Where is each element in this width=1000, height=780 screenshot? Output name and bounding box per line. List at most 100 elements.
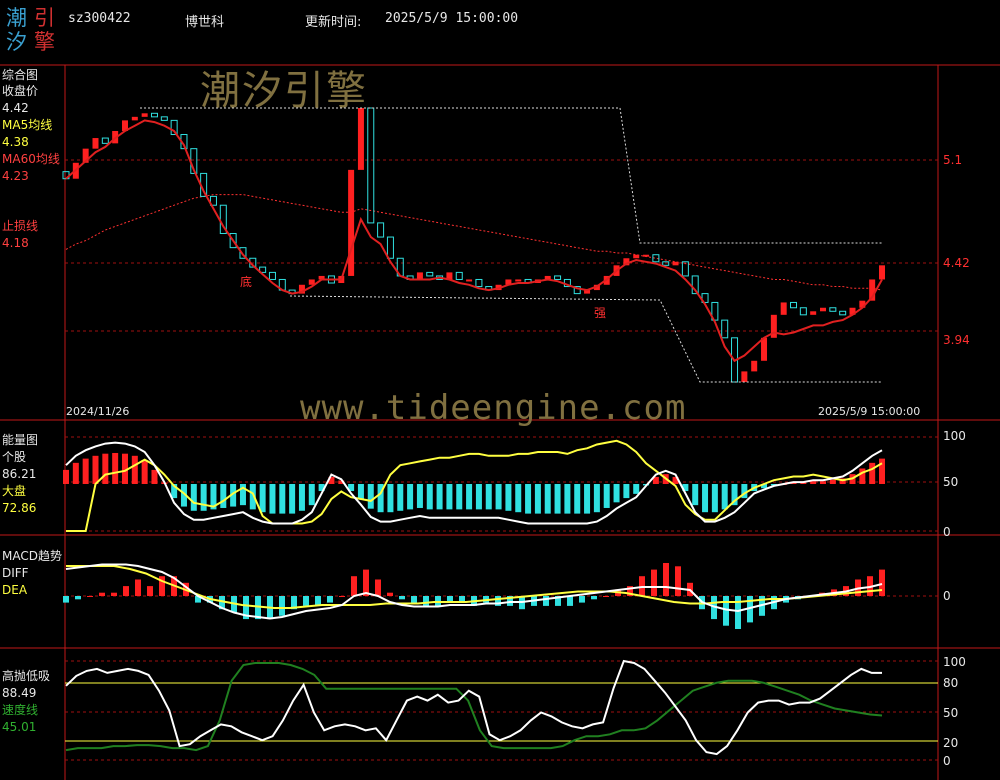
speed-line xyxy=(65,662,883,752)
speed-value: 45.01 xyxy=(2,720,37,734)
energy-bar xyxy=(407,484,414,510)
energy-bar xyxy=(92,455,99,484)
macd-bar xyxy=(591,596,597,600)
price-candle xyxy=(790,301,798,309)
macd-bar xyxy=(411,596,417,603)
energy-bar xyxy=(869,462,876,484)
bottom-annotation: 底 xyxy=(240,275,253,289)
energy-bar xyxy=(633,484,640,494)
energy-bar xyxy=(397,484,404,511)
strong-annotation: 强 xyxy=(594,306,607,320)
energy-tick: 0 xyxy=(943,525,951,539)
energy-bar xyxy=(436,484,443,510)
energy-bar xyxy=(367,484,374,509)
energy-bar xyxy=(721,484,728,510)
price-panel-title: 综合图 xyxy=(2,68,39,82)
osc-tick: 50 xyxy=(943,706,959,720)
energy-bar xyxy=(879,458,885,484)
energy-bar xyxy=(466,484,473,510)
energy-bar xyxy=(112,452,119,484)
price-candle xyxy=(466,279,473,282)
price-candle xyxy=(101,137,109,144)
energy-panel-marks xyxy=(63,439,885,532)
macd-bar xyxy=(351,576,357,596)
macd-bar xyxy=(423,596,429,606)
energy-bar xyxy=(82,458,89,484)
support-line xyxy=(289,295,882,383)
energy-bar xyxy=(308,484,315,506)
macd-bar xyxy=(399,596,405,600)
macd-bar xyxy=(111,592,117,596)
price-candle xyxy=(92,138,99,149)
macd-bar xyxy=(87,596,93,597)
price-candle xyxy=(741,371,748,382)
price-candle xyxy=(150,112,158,118)
ma60-label: MA60均线 xyxy=(2,152,60,166)
diff-label: DIFF xyxy=(2,566,29,580)
macd-bar xyxy=(723,596,729,626)
price-candle xyxy=(416,272,423,280)
price-candle xyxy=(268,271,276,280)
energy-bar xyxy=(525,484,532,514)
energy-bar xyxy=(711,484,718,513)
energy-bar xyxy=(515,484,522,513)
macd-bar xyxy=(567,596,573,606)
macd-bar xyxy=(135,579,141,596)
end-date: 2025/5/9 15:00:00 xyxy=(818,405,921,418)
close-value: 4.42 xyxy=(2,101,29,115)
energy-bar xyxy=(259,484,266,513)
price-candle xyxy=(515,279,522,282)
macd-bar xyxy=(99,592,105,596)
energy-bar xyxy=(279,484,286,514)
price-candle xyxy=(455,271,463,280)
price-candle xyxy=(386,236,394,259)
osc-tick: 80 xyxy=(943,676,959,690)
price-candle xyxy=(672,261,679,266)
resistance-line xyxy=(140,107,882,244)
price-candle xyxy=(810,311,817,315)
macd-bar xyxy=(879,569,885,596)
price-candle xyxy=(367,107,375,224)
energy-bar xyxy=(584,484,591,514)
energy-bar xyxy=(141,460,148,484)
energy-bar xyxy=(269,484,276,514)
energy-bar xyxy=(416,484,423,508)
stop-loss-value: 4.18 xyxy=(2,236,29,250)
macd-bar xyxy=(603,596,609,597)
energy-bar xyxy=(534,484,541,514)
price-candle xyxy=(554,275,562,280)
price-candle xyxy=(780,302,787,315)
energy-bar xyxy=(63,469,69,484)
price-candle xyxy=(761,337,768,361)
energy-bar xyxy=(544,484,551,514)
energy-bar xyxy=(289,484,296,514)
macd-bar xyxy=(651,569,657,596)
energy-bar xyxy=(574,484,581,514)
price-candle xyxy=(799,307,807,316)
energy-bar xyxy=(190,484,197,511)
watermark-url: www.tideengine.com xyxy=(300,388,687,428)
energy-bar xyxy=(859,468,866,484)
energy-bar xyxy=(200,484,207,511)
energy-bar xyxy=(446,484,453,510)
ma5-value: 4.38 xyxy=(2,135,29,149)
price-candle xyxy=(160,116,168,121)
price-candle xyxy=(131,116,138,121)
macd-bar xyxy=(579,596,585,603)
energy-bar xyxy=(593,484,600,513)
ma5-line xyxy=(65,119,883,363)
price-candle xyxy=(662,261,670,266)
energy-bar xyxy=(692,484,699,506)
energy-bar xyxy=(613,484,620,503)
price-candle xyxy=(357,108,364,170)
energy-bar xyxy=(475,484,482,510)
price-tick: 5.1 xyxy=(943,153,963,167)
osc-tick: 100 xyxy=(943,655,966,669)
macd-bar xyxy=(543,596,549,606)
energy-bar xyxy=(72,462,79,484)
macd-bar xyxy=(435,596,441,606)
macd-bar xyxy=(123,586,129,596)
energy-bar xyxy=(623,484,630,499)
macd-tick: 0 xyxy=(943,589,951,603)
energy-bar xyxy=(554,484,561,514)
